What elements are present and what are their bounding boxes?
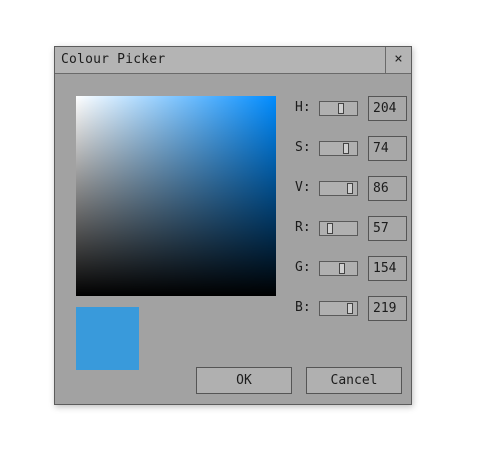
blue-slider-thumb[interactable] (347, 303, 353, 314)
value-slider-thumb[interactable] (347, 183, 353, 194)
value-gradient (76, 96, 276, 296)
green-slider[interactable] (319, 261, 358, 276)
green-value-field[interactable]: 154 (368, 256, 407, 281)
green-label: G: (295, 260, 311, 275)
value-slider[interactable] (319, 181, 358, 196)
value-label: V: (295, 180, 311, 195)
red-label: R: (295, 220, 311, 235)
dialog-titlebar[interactable]: Colour Picker × (55, 47, 411, 74)
colour-picker-dialog: Colour Picker × H: 204 S: 74 V: 86 R: 57… (54, 46, 412, 405)
saturation-value-square[interactable] (76, 96, 276, 296)
hue-value-field[interactable]: 204 (368, 96, 407, 121)
blue-slider[interactable] (319, 301, 358, 316)
current-color-swatch (76, 307, 139, 370)
saturation-slider-thumb[interactable] (343, 143, 349, 154)
value-value-field[interactable]: 86 (368, 176, 407, 201)
hue-row: H: 204 (295, 95, 407, 121)
saturation-label: S: (295, 140, 311, 155)
saturation-row: S: 74 (295, 135, 407, 161)
red-row: R: 57 (295, 215, 407, 241)
red-value-field[interactable]: 57 (368, 216, 407, 241)
saturation-slider[interactable] (319, 141, 358, 156)
green-row: G: 154 (295, 255, 407, 281)
red-slider[interactable] (319, 221, 358, 236)
hue-label: H: (295, 100, 311, 115)
cancel-button[interactable]: Cancel (306, 367, 402, 394)
hue-slider-thumb[interactable] (338, 103, 344, 114)
close-icon: × (394, 51, 403, 67)
saturation-value-field[interactable]: 74 (368, 136, 407, 161)
close-button[interactable]: × (385, 47, 411, 73)
green-slider-thumb[interactable] (339, 263, 345, 274)
blue-label: B: (295, 300, 311, 315)
value-row: V: 86 (295, 175, 407, 201)
hue-slider[interactable] (319, 101, 358, 116)
red-slider-thumb[interactable] (327, 223, 333, 234)
dialog-title: Colour Picker (61, 52, 166, 67)
blue-value-field[interactable]: 219 (368, 296, 407, 321)
blue-row: B: 219 (295, 295, 407, 321)
ok-button[interactable]: OK (196, 367, 292, 394)
